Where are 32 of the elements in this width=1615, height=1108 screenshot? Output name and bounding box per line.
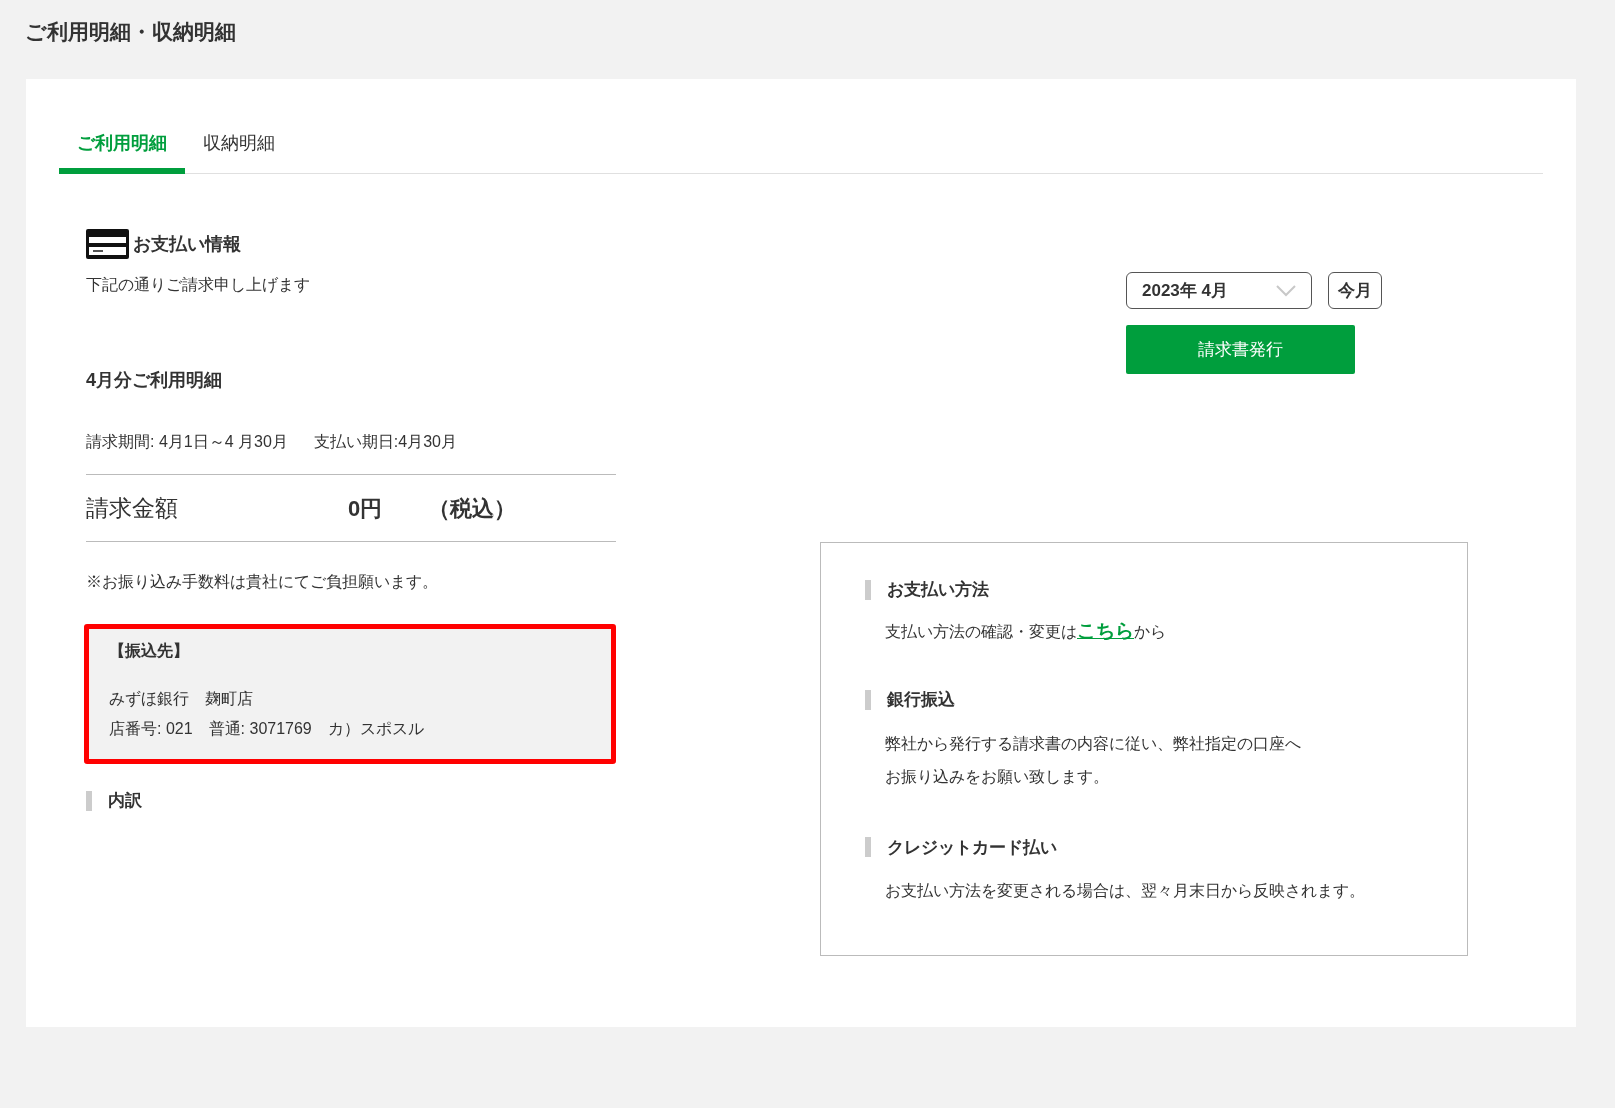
payment-method-text: 支払い方法の確認・変更はこちらから <box>885 618 1167 643</box>
account-details: 店番号: 021 普通: 3071769 カ）スポスル <box>109 719 425 739</box>
payment-method-text: 弊社から発行する請求書の内容に従い、弊社指定の口座へ お振り込みをお願い致します。 <box>885 733 1302 787</box>
credit-card-icon <box>86 229 129 259</box>
amount-label: 請求金額 <box>86 493 179 523</box>
heading-bar <box>86 790 92 811</box>
this-month-button[interactable]: 今月 <box>1328 272 1382 309</box>
heading-bar <box>865 579 871 600</box>
here-link[interactable]: こちら <box>1077 619 1134 641</box>
section-heading: 内訳 <box>108 790 142 812</box>
transfer-title: 【振込先】 <box>109 641 190 661</box>
amount-value: 0円 <box>348 494 384 523</box>
section-title: お支払い情報 <box>133 232 241 256</box>
section-heading: お支払い方法 <box>887 579 989 601</box>
heading-bar <box>865 837 871 858</box>
page-title: ご利用明細・収納明細 <box>25 19 237 45</box>
fee-note: ※お振り込み手数料は貴社にてご負担願います。 <box>86 572 439 592</box>
bank-name: みずほ銀行 麹町店 <box>109 689 254 709</box>
month-select[interactable]: 2023年 4月 <box>1126 272 1312 309</box>
payment-method-text: お支払い方法を変更される場合は、翌々月末日から反映されます。 <box>885 881 1366 901</box>
tab[interactable]: ご利用明細 <box>59 119 185 174</box>
tab[interactable]: 収納明細 <box>185 119 293 174</box>
subtitle-text: 下記の通りご請求申し上げます <box>86 275 311 295</box>
statement-title: 4月分ご利用明細 <box>86 369 223 392</box>
chevron-down-icon <box>1276 284 1296 297</box>
section-heading: クレジットカード払い <box>887 836 1057 859</box>
due-date: 支払い期日:4月30月 <box>313 432 457 452</box>
issue-invoice-button[interactable]: 請求書発行 <box>1126 325 1355 374</box>
tax-note: （税込） <box>428 494 516 523</box>
billing-period: 請求期間: 4月1日～4 月30月 <box>86 432 288 452</box>
section-heading: 銀行振込 <box>887 689 955 711</box>
heading-bar <box>865 689 871 710</box>
